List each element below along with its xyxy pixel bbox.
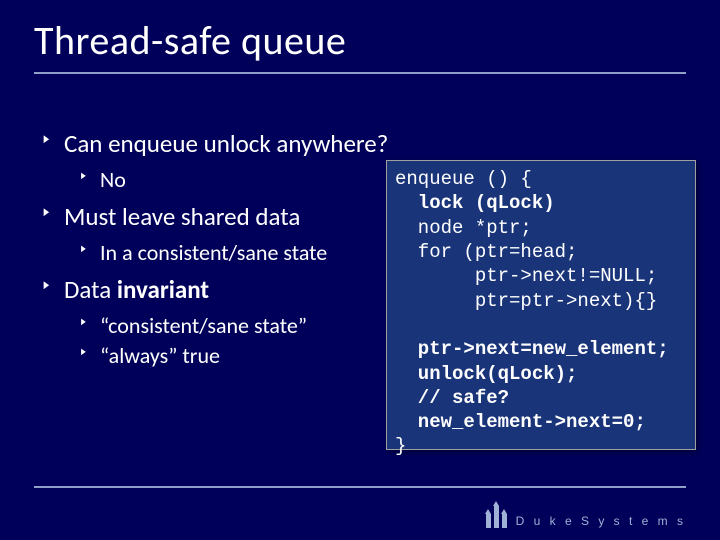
footer-divider — [34, 486, 686, 488]
slide-title: Thread-safe queue — [34, 16, 346, 65]
bullet-3-bold: invariant — [117, 274, 209, 305]
bullet-3: Data invariant “consistent/sane state” “… — [40, 274, 400, 371]
bullet-1: Can enqueue unlock anywhere? No — [40, 128, 400, 195]
code-panel: enqueue () { lock (qLock) node *ptr; for… — [386, 160, 696, 450]
code-l3: node *ptr; — [395, 217, 532, 239]
bullet-2-1: In a consistent/sane state — [78, 238, 400, 268]
code-l12: } — [395, 435, 406, 457]
code-l2: lock (qLock) — [395, 192, 555, 214]
bullet-3-1: “consistent/sane state” — [78, 311, 400, 341]
code-l6: ptr=ptr->next){} — [395, 290, 657, 312]
code-l9: unlock(qLock); — [395, 363, 577, 385]
code-l5: ptr->next!=NULL; — [395, 265, 657, 287]
code-l8: ptr->next=new_element; — [395, 338, 669, 360]
code-l10: // safe? — [395, 387, 509, 409]
bullet-1-1: No — [78, 165, 400, 195]
bullet-3-pre: Data — [64, 274, 117, 305]
duke-chapel-icon — [486, 498, 508, 528]
footer-logo: D u k e S y s t e m s — [486, 498, 686, 528]
code-l4: for (ptr=head; — [395, 241, 577, 263]
footer-brand-text: D u k e S y s t e m s — [516, 514, 686, 528]
bullet-2: Must leave shared data In a consistent/s… — [40, 201, 400, 268]
bullet-3-2: “always” true — [78, 341, 400, 371]
code-l11: new_element->next=0; — [395, 411, 646, 433]
bullet-2-text: Must leave shared data — [64, 201, 300, 232]
bullet-1-text: Can enqueue unlock anywhere? — [64, 128, 388, 159]
title-divider — [34, 72, 686, 74]
slide: Thread-safe queue Can enqueue unlock any… — [0, 0, 720, 540]
code-l1: enqueue () { — [395, 168, 532, 190]
bullet-content: Can enqueue unlock anywhere? No Must lea… — [40, 128, 400, 377]
